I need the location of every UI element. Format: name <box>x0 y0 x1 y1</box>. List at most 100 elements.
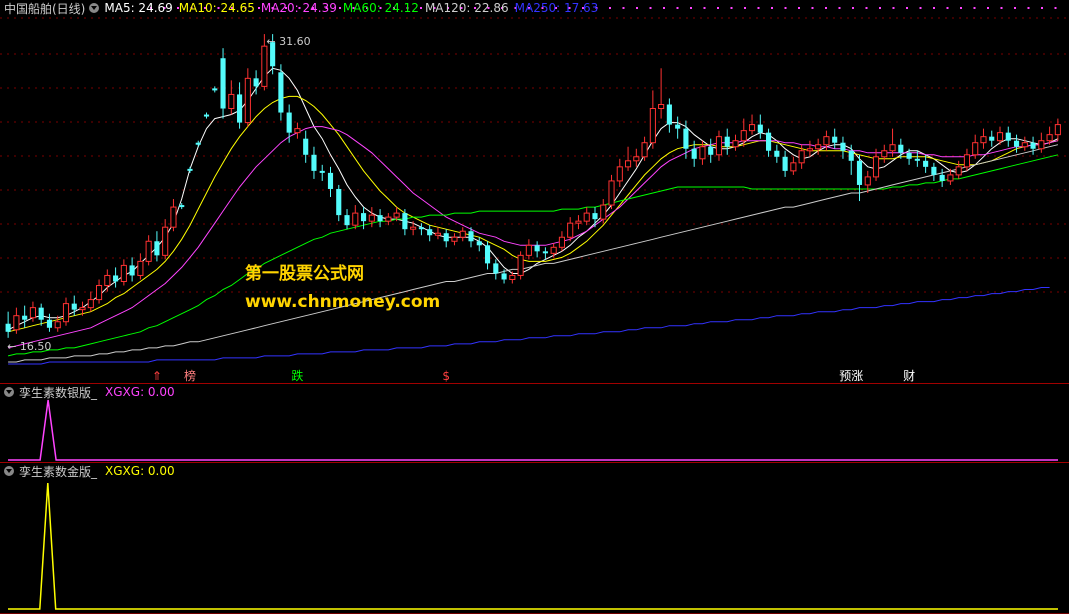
signal-dot <box>649 7 652 9</box>
candle-body <box>898 144 904 153</box>
settings-toggle-icon[interactable] <box>89 3 100 13</box>
candle-body <box>699 146 706 160</box>
event-marker: ⇑ <box>152 369 162 383</box>
candle <box>583 207 590 226</box>
candle <box>732 134 739 151</box>
candle <box>402 209 408 236</box>
indicator-legend-name: XGXG <box>105 464 141 478</box>
candle-body <box>832 136 838 143</box>
signal-dot <box>1027 7 1030 9</box>
candle-body <box>996 132 1004 142</box>
candle-body <box>740 130 747 142</box>
candle-body <box>253 78 259 87</box>
candle-body <box>95 285 103 301</box>
ma-legend-ma120: MA120: 22.86 <box>424 1 509 15</box>
candle-body <box>402 213 408 230</box>
candle-body <box>757 124 763 133</box>
candle-body <box>311 154 317 171</box>
candle-body <box>79 307 86 311</box>
candle-body <box>1030 142 1036 149</box>
candle <box>220 48 226 119</box>
candle <box>575 215 582 230</box>
candle-body <box>244 77 251 124</box>
candle <box>203 112 210 119</box>
indicator-chart-gold[interactable] <box>0 463 1069 614</box>
xgxg-line <box>8 399 1058 461</box>
candle-body <box>766 132 772 151</box>
signal-dot <box>879 7 881 9</box>
signal-dot <box>622 7 625 9</box>
candle <box>46 313 53 332</box>
candle <box>517 251 524 280</box>
candle <box>683 120 689 159</box>
candle-body <box>410 226 417 230</box>
candle-body <box>550 246 557 254</box>
candle <box>1021 136 1028 151</box>
signal-dot <box>636 7 638 9</box>
candle-body <box>38 307 44 320</box>
ma-line-ma10 <box>7 95 1059 333</box>
candle <box>244 68 251 127</box>
candle-body <box>864 176 871 186</box>
signal-dot <box>973 7 976 9</box>
candle-body <box>840 142 846 151</box>
watermark-title: 第一股票公式网 <box>245 264 364 284</box>
candle <box>451 233 458 246</box>
candle <box>832 128 838 149</box>
candle <box>187 166 193 173</box>
candle <box>418 223 424 236</box>
candle-body <box>303 138 309 155</box>
candle <box>641 136 648 161</box>
candle-body <box>1005 132 1011 141</box>
candle-body <box>87 299 94 309</box>
candle-body <box>137 260 144 276</box>
candle <box>525 239 532 260</box>
candle-body <box>336 188 342 216</box>
candle-body <box>170 206 177 228</box>
candle <box>1054 118 1061 141</box>
candle-body <box>881 150 888 158</box>
candle <box>774 144 780 163</box>
candle <box>856 154 863 202</box>
ma-legend-ma10: MA10: 24.65 <box>178 1 255 15</box>
indicator-title: 孪生素数金版_ <box>19 464 98 479</box>
candle <box>600 199 607 224</box>
candle-body <box>29 307 36 319</box>
candle-body <box>790 162 797 172</box>
ma-line-ma5 <box>7 67 1059 331</box>
candle <box>476 237 482 252</box>
candle <box>558 231 565 252</box>
candle-body <box>748 124 756 132</box>
candle <box>368 207 375 228</box>
candle-body <box>62 303 70 323</box>
candle-body <box>327 172 334 189</box>
price-chart[interactable]: ← 31.60 ← 16.50 ⇑ 榜 跌 $ 预涨 财 <box>0 0 1069 383</box>
candle <box>972 134 979 159</box>
watermark-url: www.chnmoney.com <box>245 292 441 312</box>
indicator-toggle-icon[interactable] <box>4 387 14 397</box>
candle <box>170 199 177 232</box>
candle-body <box>575 220 582 224</box>
candle-body <box>923 160 929 167</box>
indicator-toggle-icon[interactable] <box>4 466 14 476</box>
signal-dot <box>987 7 989 9</box>
indicator-legend-name: XGXG <box>105 385 141 399</box>
indicator-panel-gold: 孪生素数金版_ XGXG : 0.00 <box>0 463 1069 614</box>
candle <box>848 144 854 175</box>
candle <box>567 217 574 242</box>
candle-body <box>525 244 532 256</box>
candle <box>658 68 665 119</box>
signal-dot <box>717 7 719 9</box>
signal-dot <box>919 7 922 9</box>
candle <box>336 184 342 222</box>
candle-body <box>517 254 524 276</box>
ma-legend-ma20: MA20: 24.39 <box>260 1 337 15</box>
candle-body <box>658 103 665 110</box>
signal-dot <box>1054 7 1057 9</box>
signal-dot <box>1041 7 1043 9</box>
candle <box>740 118 747 147</box>
candle-body <box>782 156 788 171</box>
candle-body <box>344 215 350 226</box>
signal-dot <box>663 7 665 9</box>
candle-body <box>451 236 458 242</box>
